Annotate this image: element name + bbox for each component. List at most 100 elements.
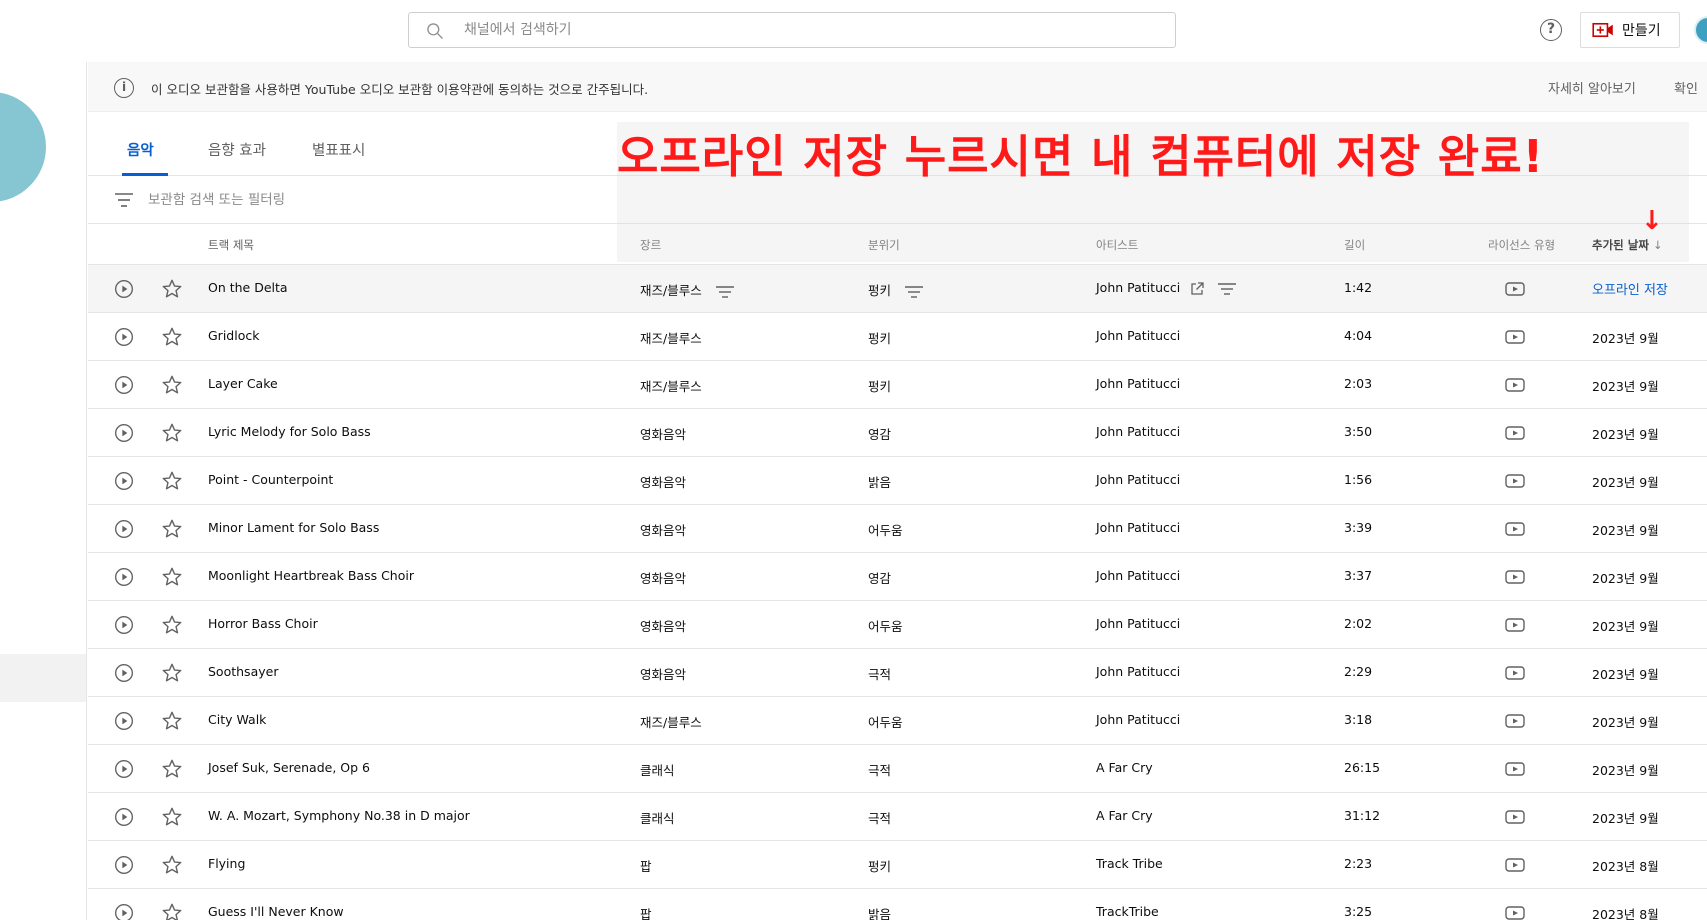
learn-more-link[interactable]: 자세히 알아보기: [1548, 78, 1636, 97]
play-icon[interactable]: [114, 423, 134, 443]
youtube-license-icon: [1505, 618, 1525, 632]
track-length: 1:56: [1344, 472, 1373, 487]
table-row[interactable]: Point - Counterpoint 영화음악 밝음 John Patitucci…: [88, 457, 1707, 505]
table-row[interactable]: Josef Suk, Serenade, Op 6 클래식 극적 A Far Cry 2…: [88, 745, 1707, 793]
star-icon[interactable]: [161, 854, 183, 876]
play-icon[interactable]: [114, 663, 134, 683]
create-button[interactable]: 만들기: [1580, 12, 1680, 48]
help-icon[interactable]: ?: [1540, 19, 1562, 41]
table-row[interactable]: Layer Cake 재즈/블루스 펑키 John Patitucci 2:03 2023…: [88, 361, 1707, 409]
offline-save-button[interactable]: 오프라인 저장: [1592, 279, 1668, 298]
tab-starred[interactable]: 별표표시: [312, 139, 365, 160]
star-icon[interactable]: [161, 278, 183, 300]
track-length: 3:37: [1344, 568, 1373, 583]
left-sidebar: [0, 62, 87, 920]
track-mood: 어두움: [868, 712, 903, 731]
youtube-license-icon: [1505, 666, 1525, 680]
track-genre: 영화음악: [640, 472, 686, 491]
star-icon[interactable]: [161, 518, 183, 540]
play-icon[interactable]: [114, 327, 134, 347]
confirm-button[interactable]: 확인: [1674, 78, 1698, 97]
filter-icon[interactable]: [114, 192, 134, 208]
account-avatar[interactable]: [1694, 16, 1707, 44]
table-row[interactable]: Gridlock 재즈/블루스 펑키 John Patitucci 4:04 2023년 …: [88, 313, 1707, 361]
star-icon[interactable]: [161, 902, 183, 920]
youtube-license-icon: [1505, 858, 1525, 872]
play-icon[interactable]: [114, 567, 134, 587]
track-genre-label: 재즈/블루스: [640, 283, 702, 298]
star-icon[interactable]: [161, 470, 183, 492]
track-date-added: 2023년 9월: [1592, 427, 1659, 442]
play-icon[interactable]: [114, 279, 134, 299]
track-mood-label: 밝음: [868, 475, 892, 490]
track-artist-label: John Patitucci: [1096, 328, 1181, 343]
column-title[interactable]: 트랙 제목: [208, 237, 254, 253]
star-icon[interactable]: [161, 806, 183, 828]
column-date-added[interactable]: 추가된 날짜 ↓: [1592, 237, 1663, 253]
top-bar: ? 만들기: [0, 0, 1707, 62]
table-row[interactable]: Soothsayer 영화음악 극적 John Patitucci 2:29 2023년 …: [88, 649, 1707, 697]
channel-avatar[interactable]: [0, 92, 46, 202]
play-icon[interactable]: [114, 615, 134, 635]
external-link-icon[interactable]: [1190, 281, 1204, 296]
table-row[interactable]: W. A. Mozart, Symphony No.38 in D major 클…: [88, 793, 1707, 841]
star-icon[interactable]: [161, 566, 183, 588]
video-camera-plus-icon: [1592, 22, 1613, 38]
star-icon[interactable]: [161, 758, 183, 780]
play-icon[interactable]: [114, 519, 134, 539]
track-date-added: 2023년 9월: [1592, 523, 1659, 538]
annotation-arrow: ↓: [1641, 206, 1663, 236]
column-genre[interactable]: 장르: [640, 237, 661, 253]
track-genre-label: 영화음악: [640, 475, 687, 490]
star-icon[interactable]: [161, 374, 183, 396]
tab-music[interactable]: 음악: [127, 139, 154, 160]
column-length[interactable]: 길이: [1344, 237, 1365, 253]
star-icon[interactable]: [161, 614, 183, 636]
track-artist-label: John Patitucci: [1096, 712, 1181, 727]
sidebar-item-audio-library[interactable]: [0, 654, 86, 702]
table-row[interactable]: Lyric Melody for Solo Bass 영화음악 영감 John Pat…: [88, 409, 1707, 457]
play-icon[interactable]: [114, 375, 134, 395]
column-artist[interactable]: 아티스트: [1096, 237, 1138, 253]
track-genre: 팝: [640, 904, 652, 920]
star-icon[interactable]: [161, 662, 183, 684]
channel-search-input[interactable]: [464, 13, 1154, 47]
play-icon[interactable]: [114, 759, 134, 779]
track-mood: 펑키: [868, 280, 924, 299]
track-mood: 영감: [868, 568, 891, 587]
table-row[interactable]: Flying 팝 펑키 Track Tribe 2:23 2023년 8월: [88, 841, 1707, 889]
library-filter-input[interactable]: [148, 187, 548, 213]
play-icon[interactable]: [114, 471, 134, 491]
track-artist-label: TrackTribe: [1096, 904, 1159, 919]
tab-sound-effects[interactable]: 음향 효과: [208, 139, 266, 160]
column-mood[interactable]: 분위기: [868, 237, 900, 253]
track-mood: 어두움: [868, 616, 903, 635]
annotation-text: 오프라인 저장 누르시면 내 컴퓨터에 저장 완료!: [617, 130, 1545, 183]
channel-search-box[interactable]: [408, 12, 1176, 48]
table-row[interactable]: Minor Lament for Solo Bass 영화음악 어두움 John Pa…: [88, 505, 1707, 553]
star-icon[interactable]: [161, 326, 183, 348]
track-length: 2:03: [1344, 376, 1373, 391]
play-icon[interactable]: [114, 711, 134, 731]
youtube-license-icon: [1505, 474, 1525, 488]
star-icon[interactable]: [161, 422, 183, 444]
column-license-type[interactable]: 라이선스 유형: [1488, 237, 1555, 253]
table-row[interactable]: Horror Bass Choir 영화음악 어두움 John Patitucci 2:…: [88, 601, 1707, 649]
track-artist: John Patitucci: [1096, 280, 1237, 296]
genre-filter-icon[interactable]: [715, 285, 734, 299]
mood-filter-icon[interactable]: [905, 285, 924, 299]
track-mood: 펑키: [868, 376, 891, 395]
play-icon[interactable]: [114, 807, 134, 827]
play-icon[interactable]: [114, 903, 134, 920]
star-icon[interactable]: [161, 710, 183, 732]
track-genre-label: 영화음악: [640, 427, 687, 442]
table-row[interactable]: City Walk 재즈/블루스 어두움 John Patitucci 3:18 2023…: [88, 697, 1707, 745]
track-mood-label: 펑키: [868, 859, 892, 874]
artist-filter-icon[interactable]: [1218, 282, 1237, 296]
table-row[interactable]: Moonlight Heartbreak Bass Choir 영화음악 영감 Joh…: [88, 553, 1707, 601]
track-title: City Walk: [208, 712, 267, 727]
table-row[interactable]: Guess I'll Never Know 팝 밝음 TrackTribe 3:25 20…: [88, 889, 1707, 920]
track-title: Layer Cake: [208, 376, 278, 391]
play-icon[interactable]: [114, 855, 134, 875]
table-row[interactable]: On the Delta 재즈/블루스 펑키 John Patitucci 1:42 오프…: [88, 265, 1707, 313]
